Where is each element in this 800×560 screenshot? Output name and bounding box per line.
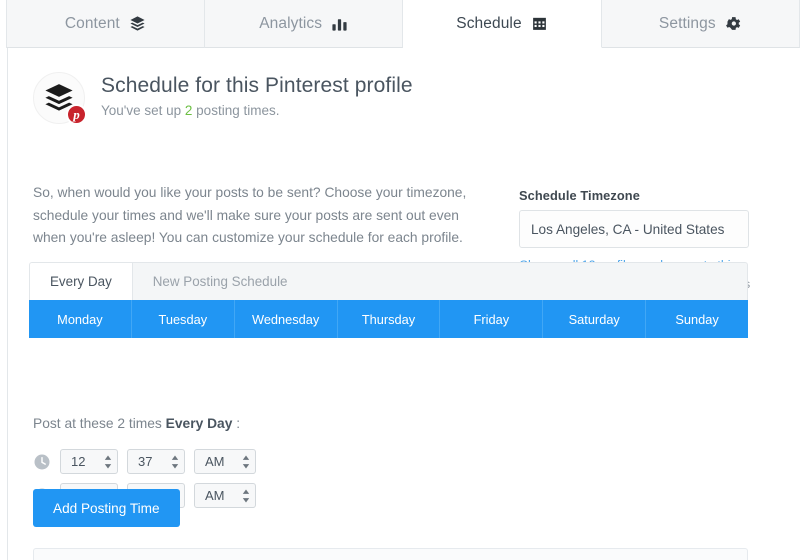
next-section-card xyxy=(33,548,748,560)
day-thursday[interactable]: Thursday xyxy=(338,300,441,338)
gear-icon xyxy=(725,15,742,32)
tab-content-label: Content xyxy=(65,16,120,32)
spinner-arrows-icon xyxy=(171,455,179,468)
tab-settings-label: Settings xyxy=(659,16,716,32)
summary-prefix: You've set up xyxy=(101,103,185,118)
page-title: Schedule for this Pinterest profile xyxy=(101,73,413,98)
time-meridiem-select[interactable]: AM xyxy=(194,483,256,508)
day-tuesday[interactable]: Tuesday xyxy=(132,300,235,338)
day-wednesday[interactable]: Wednesday xyxy=(235,300,338,338)
day-sunday[interactable]: Sunday xyxy=(646,300,748,338)
day-saturday[interactable]: Saturday xyxy=(543,300,646,338)
sub-tab-every-day[interactable]: Every Day xyxy=(30,263,133,300)
schedule-panel: p Schedule for this Pinterest profile Yo… xyxy=(7,48,800,560)
main-tab-bar: Content Analytics Schedule xyxy=(0,0,800,48)
clock-icon xyxy=(33,453,51,471)
day-thursday-label: Thursday xyxy=(362,312,415,327)
schedule-page: Content Analytics Schedule xyxy=(0,0,800,560)
day-friday[interactable]: Friday xyxy=(440,300,543,338)
day-saturday-label: Saturday xyxy=(569,312,620,327)
time-minute-select[interactable]: 37 xyxy=(127,449,185,474)
timezone-value: Los Angeles, CA - United States xyxy=(531,222,724,237)
sub-tab-new-posting-schedule[interactable]: New Posting Schedule xyxy=(133,263,747,300)
add-posting-time-button[interactable]: Add Posting Time xyxy=(33,489,180,527)
day-wednesday-label: Wednesday xyxy=(252,312,319,327)
time-meridiem-value: AM xyxy=(205,488,225,503)
tab-schedule[interactable]: Schedule xyxy=(403,0,601,48)
time-hour-value: 12 xyxy=(71,454,85,469)
tab-schedule-label: Schedule xyxy=(456,16,521,32)
day-monday-label: Monday xyxy=(57,312,103,327)
schedule-sub-tabs: Every Day New Posting Schedule xyxy=(29,262,748,300)
bar-chart-icon xyxy=(331,15,348,32)
profile-header-text: Schedule for this Pinterest profile You'… xyxy=(101,72,413,119)
day-tuesday-label: Tuesday xyxy=(158,312,207,327)
spinner-arrows-icon xyxy=(104,455,112,468)
intro-paragraph: So, when would you like your posts to be… xyxy=(33,182,488,250)
avatar: p xyxy=(33,72,85,124)
day-sunday-label: Sunday xyxy=(675,312,718,327)
time-minute-value: 37 xyxy=(138,454,152,469)
sub-tab-every-day-label: Every Day xyxy=(50,274,112,289)
posting-time-row: 12 37 AM xyxy=(33,448,256,475)
spinner-arrows-icon xyxy=(242,455,250,468)
posting-times-heading-prefix: Post at these 2 times xyxy=(33,416,166,431)
timezone-label: Schedule Timezone xyxy=(519,188,749,203)
layers-icon xyxy=(129,15,146,32)
calendar-icon xyxy=(531,15,548,32)
spinner-arrows-icon xyxy=(242,489,250,502)
schedule-card: Every Day New Posting Schedule Monday Tu… xyxy=(29,262,748,338)
day-selector: Monday Tuesday Wednesday Thursday Friday… xyxy=(29,300,748,338)
tab-analytics[interactable]: Analytics xyxy=(205,0,403,48)
timezone-select[interactable]: Los Angeles, CA - United States xyxy=(519,210,749,248)
posting-times-heading-scope: Every Day xyxy=(166,416,233,431)
tab-analytics-label: Analytics xyxy=(259,16,322,32)
tab-content[interactable]: Content xyxy=(7,0,205,48)
posting-times-summary: You've set up 2 posting times. xyxy=(101,103,413,119)
tab-settings[interactable]: Settings xyxy=(602,0,800,48)
sub-tab-new-posting-schedule-label: New Posting Schedule xyxy=(153,274,288,289)
posting-times-heading: Post at these 2 times Every Day : xyxy=(33,416,240,431)
tab-bar-left-gutter xyxy=(0,0,7,48)
summary-suffix: posting times. xyxy=(192,103,279,118)
day-friday-label: Friday xyxy=(474,312,510,327)
pinterest-icon: p xyxy=(66,104,87,125)
time-hour-select[interactable]: 12 xyxy=(60,449,118,474)
day-monday[interactable]: Monday xyxy=(29,300,132,338)
time-meridiem-value: AM xyxy=(205,454,225,469)
profile-header: p Schedule for this Pinterest profile Yo… xyxy=(33,72,413,124)
time-meridiem-select[interactable]: AM xyxy=(194,449,256,474)
posting-times-heading-suffix: : xyxy=(232,416,240,431)
